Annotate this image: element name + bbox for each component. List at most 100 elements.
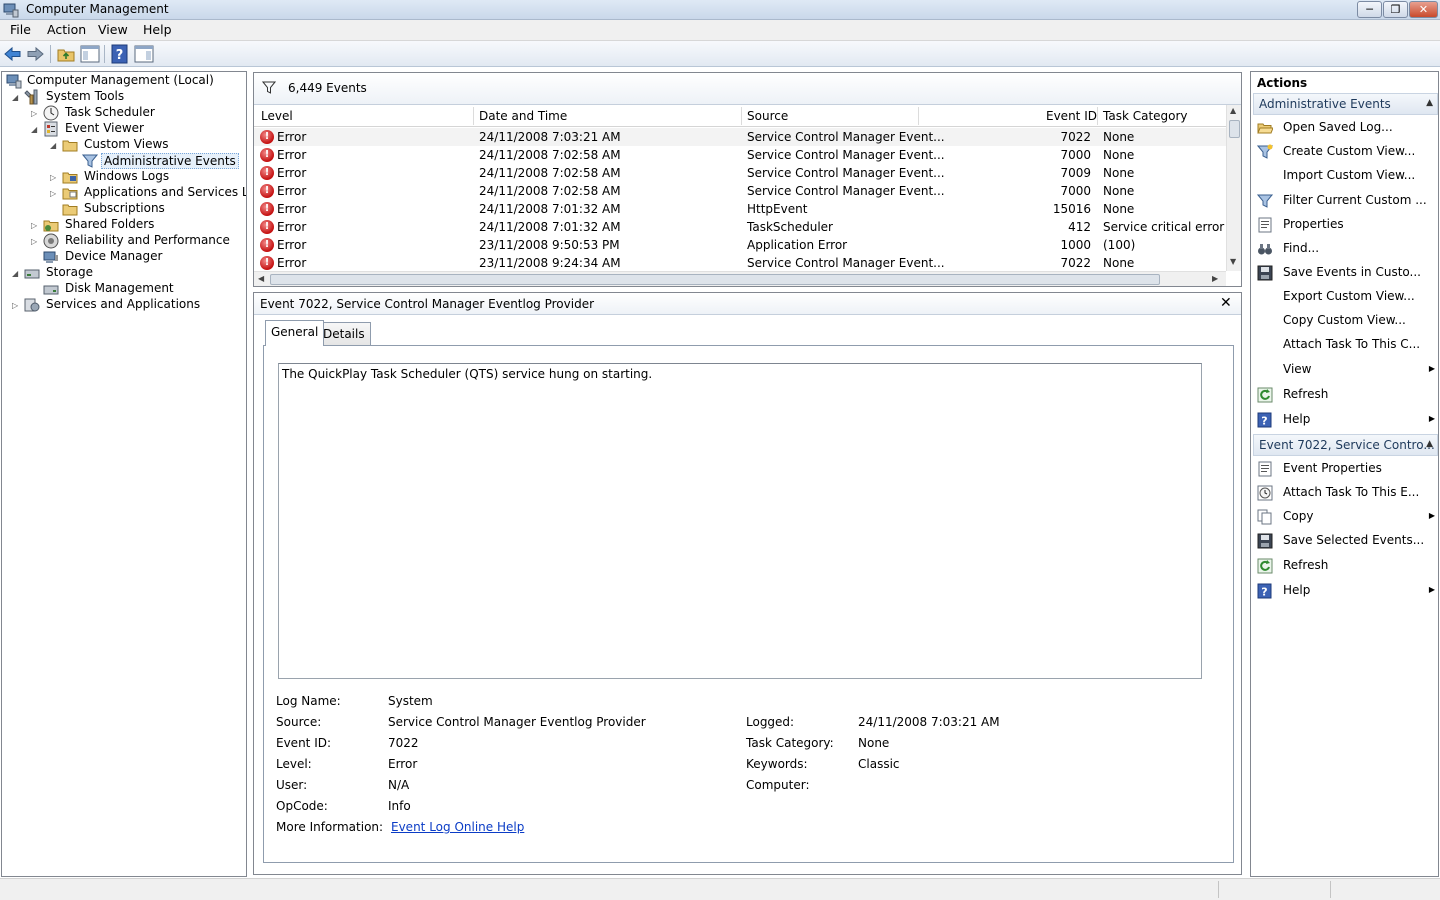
action-help-event[interactable]: ? Help ▶ <box>1255 580 1438 602</box>
collapse-caret-icon[interactable]: ▲ <box>1426 439 1433 449</box>
tree-node-event-viewer[interactable]: ◢ Event Viewer <box>4 121 244 137</box>
collapse-caret-icon[interactable]: ▲ <box>1426 98 1433 108</box>
scroll-thumb[interactable] <box>1229 120 1240 138</box>
collapse-arrow-icon[interactable]: ◢ <box>31 125 40 134</box>
create-filter-icon <box>1257 144 1273 159</box>
tree-node-device-manager[interactable]: Device Manager <box>4 249 244 265</box>
action-import-custom-view[interactable]: Import Custom View... <box>1255 165 1438 187</box>
tree-node-root[interactable]: Computer Management (Local) <box>4 73 244 89</box>
maximize-button[interactable]: ❐ <box>1383 1 1408 18</box>
action-create-custom-view[interactable]: Create Custom View... <box>1255 141 1438 163</box>
table-row[interactable]: ! Error 24/11/2008 7:01:32 AM TaskSchedu… <box>254 218 1226 236</box>
action-copy-custom-view[interactable]: Copy Custom View... <box>1255 310 1438 332</box>
expand-arrow-icon[interactable]: ▷ <box>31 221 40 230</box>
action-save-events[interactable]: Save Events in Custo... <box>1255 262 1438 284</box>
table-row[interactable]: ! Error 24/11/2008 7:01:32 AM HttpEvent … <box>254 200 1226 218</box>
show-hide-action-pane-icon[interactable] <box>134 44 154 64</box>
scroll-down-arrow-icon[interactable]: ▼ <box>1230 257 1236 266</box>
menu-file[interactable]: File <box>8 22 33 37</box>
back-arrow-icon[interactable] <box>3 44 23 64</box>
close-window-button[interactable]: ✕ <box>1409 1 1438 18</box>
forward-arrow-icon[interactable] <box>25 44 45 64</box>
action-attach-task-event[interactable]: Attach Task To This E... <box>1255 482 1438 504</box>
general-tab-body: The QuickPlay Task Scheduler (QTS) servi… <box>263 345 1234 863</box>
action-save-selected-events[interactable]: Save Selected Events... <box>1255 530 1438 552</box>
action-label: Copy <box>1283 509 1314 523</box>
tree-node-administrative-events[interactable]: Administrative Events <box>4 153 244 169</box>
up-folder-icon[interactable] <box>56 44 76 64</box>
tree-node-storage[interactable]: ◢ Storage <box>4 265 244 281</box>
column-header-level[interactable]: Level <box>261 109 293 123</box>
events-horizontal-scrollbar[interactable]: ◀ ▶ <box>254 271 1226 286</box>
action-find[interactable]: Find... <box>1255 238 1438 260</box>
cell-date: 24/11/2008 7:02:58 AM <box>479 184 621 198</box>
actions-section-administrative-events[interactable]: Administrative Events ▲ <box>1253 93 1438 115</box>
column-header-event-id[interactable]: Event ID <box>1046 109 1097 123</box>
tree-node-shared-folders[interactable]: ▷ Shared Folders <box>4 217 244 233</box>
action-refresh-event[interactable]: Refresh <box>1255 555 1438 577</box>
expand-arrow-icon[interactable]: ▷ <box>50 173 59 182</box>
collapse-arrow-icon[interactable]: ◢ <box>50 141 59 150</box>
table-row[interactable]: ! Error 24/11/2008 7:03:21 AM Service Co… <box>254 128 1226 146</box>
tree-node-services-apps[interactable]: ▷ Services and Applications <box>4 297 244 313</box>
table-row[interactable]: ! Error 23/11/2008 9:24:34 AM Service Co… <box>254 254 1226 270</box>
action-properties[interactable]: Properties <box>1255 214 1438 236</box>
action-open-saved-log[interactable]: Open Saved Log... <box>1255 117 1438 139</box>
scroll-up-arrow-icon[interactable]: ▲ <box>1230 106 1236 115</box>
expand-arrow-icon[interactable]: ▷ <box>50 189 59 198</box>
collapse-arrow-icon[interactable]: ◢ <box>12 93 21 102</box>
tab-details[interactable]: Details <box>317 322 371 346</box>
refresh-icon <box>1257 387 1273 403</box>
tree-label-windows-logs: Windows Logs <box>84 169 170 183</box>
table-row[interactable]: ! Error 24/11/2008 7:02:58 AM Service Co… <box>254 182 1226 200</box>
tree-node-task-scheduler[interactable]: ▷ Task Scheduler <box>4 105 244 121</box>
expand-arrow-icon[interactable]: ▷ <box>12 301 21 310</box>
column-header-date[interactable]: Date and Time <box>479 109 567 123</box>
tree-node-app-services-logs[interactable]: ▷ Applications and Services Logs <box>4 185 246 201</box>
subscriptions-folder-icon <box>62 204 78 216</box>
event-viewer-icon <box>44 121 58 137</box>
table-row[interactable]: ! Error 23/11/2008 9:50:53 PM Applicatio… <box>254 236 1226 254</box>
action-view[interactable]: View ▶ <box>1255 359 1438 381</box>
table-row[interactable]: ! Error 24/11/2008 7:02:58 AM Service Co… <box>254 146 1226 164</box>
expand-arrow-icon[interactable]: ▷ <box>31 237 40 246</box>
menu-action[interactable]: Action <box>45 22 88 37</box>
tree-node-subscriptions[interactable]: Subscriptions <box>4 201 244 217</box>
scroll-left-arrow-icon[interactable]: ◀ <box>258 274 264 283</box>
tree-node-disk-management[interactable]: Disk Management <box>4 281 244 297</box>
minimize-button[interactable]: ─ <box>1357 1 1382 18</box>
expand-arrow-icon[interactable]: ▷ <box>31 109 40 118</box>
action-copy[interactable]: Copy ▶ <box>1255 506 1438 528</box>
computer-management-icon <box>6 74 22 89</box>
action-label: Export Custom View... <box>1283 289 1415 303</box>
tree-node-reliability[interactable]: ▷ Reliability and Performance <box>4 233 244 249</box>
action-event-properties[interactable]: Event Properties <box>1255 458 1438 480</box>
help-icon[interactable]: ? <box>110 44 130 64</box>
tree-node-system-tools[interactable]: ◢ System Tools <box>4 89 244 105</box>
column-header-source[interactable]: Source <box>747 109 788 123</box>
menu-help[interactable]: Help <box>141 22 174 37</box>
show-hide-console-tree-icon[interactable] <box>80 44 100 64</box>
events-vertical-scrollbar[interactable]: ▲ ▼ <box>1226 105 1241 271</box>
scroll-right-arrow-icon[interactable]: ▶ <box>1212 274 1218 283</box>
tree-label-storage: Storage <box>46 265 93 279</box>
table-row[interactable]: ! Error 24/11/2008 7:02:58 AM Service Co… <box>254 164 1226 182</box>
event-description-box[interactable]: The QuickPlay Task Scheduler (QTS) servi… <box>278 363 1202 679</box>
close-icon[interactable]: ✕ <box>1220 295 1232 311</box>
tree-node-custom-views[interactable]: ◢ Custom Views <box>4 137 244 153</box>
event-log-online-help-link[interactable]: Event Log Online Help <box>391 820 524 834</box>
action-label: Attach Task To This C... <box>1283 337 1421 351</box>
action-attach-task-custom-view[interactable]: Attach Task To This C... <box>1255 334 1438 356</box>
cell-date: 24/11/2008 7:02:58 AM <box>479 166 621 180</box>
tree-node-windows-logs[interactable]: ▷ Windows Logs <box>4 169 244 185</box>
tab-general[interactable]: General <box>265 320 325 346</box>
action-help[interactable]: ? Help ▶ <box>1255 409 1438 431</box>
column-header-task-category[interactable]: Task Category <box>1103 109 1188 123</box>
actions-section-event[interactable]: Event 7022, Service Contro... ▲ <box>1253 434 1438 456</box>
collapse-arrow-icon[interactable]: ◢ <box>12 269 21 278</box>
menu-view[interactable]: View <box>96 22 130 37</box>
action-refresh[interactable]: Refresh <box>1255 384 1438 406</box>
scroll-thumb[interactable] <box>270 274 1160 285</box>
action-export-custom-view[interactable]: Export Custom View... <box>1255 286 1438 308</box>
action-filter-current-custom-view[interactable]: Filter Current Custom ... <box>1255 190 1438 212</box>
